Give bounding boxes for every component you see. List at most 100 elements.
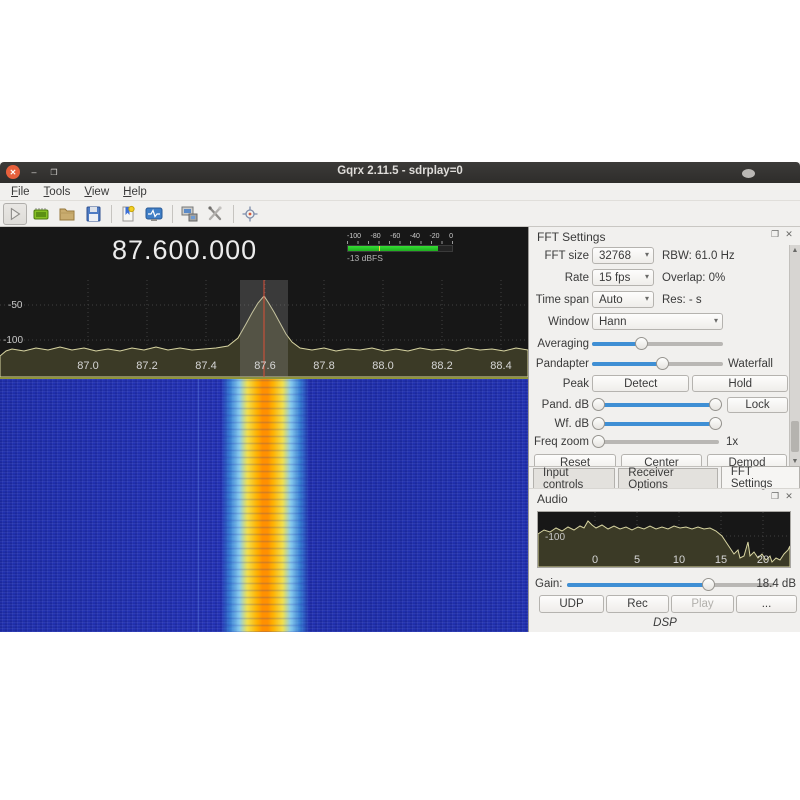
peak-detect-button[interactable]: Detect — [592, 375, 689, 392]
averaging-slider[interactable] — [592, 337, 723, 350]
split-slider-handle[interactable] — [656, 357, 669, 370]
fft-size-value: 32768 — [599, 250, 631, 262]
gain-slider[interactable] — [567, 578, 774, 591]
freq-zoom-value: 1x — [726, 436, 738, 448]
frequency-display[interactable]: 87.600.000 — [112, 235, 257, 266]
play-button[interactable]: Play — [671, 595, 734, 613]
time-span-value: Auto — [599, 294, 623, 306]
x-axis-tick: 88.4 — [490, 360, 511, 372]
waterfall-db-range-slider[interactable] — [592, 417, 722, 430]
rec-button[interactable]: Rec — [606, 595, 669, 613]
gain-slider-handle[interactable] — [702, 578, 715, 591]
rate-select[interactable]: 15 fps ▾ — [592, 269, 654, 286]
center-button[interactable]: Center — [621, 454, 702, 466]
range-max-handle[interactable] — [709, 398, 722, 411]
rate-label: Rate — [529, 272, 589, 284]
udp-button[interactable]: UDP — [539, 595, 604, 613]
range-min-handle[interactable] — [592, 398, 605, 411]
waterfall-display[interactable] — [0, 377, 528, 632]
menu-bar: File Tools View Help — [0, 183, 800, 201]
menu-tools[interactable]: Tools — [37, 185, 78, 199]
audio-header: Audio ❐ ✕ — [529, 489, 800, 507]
fft-size-select[interactable]: 32768 ▾ — [592, 247, 654, 264]
audio-y-tick: -100 — [545, 532, 565, 543]
wf-db-label: Wf. dB — [529, 418, 589, 430]
meter-tick: -60 — [390, 233, 400, 240]
peak-label: Peak — [529, 378, 589, 390]
dsp-settings-button[interactable] — [142, 203, 166, 225]
more-options-button[interactable]: ... — [736, 595, 797, 613]
fft-settings-dock: FFT Settings ❐ ✕ FFT size 32768 ▾ RBW: 6… — [529, 227, 800, 466]
dock-close-icon[interactable]: ✕ — [784, 229, 794, 240]
audio-x-tick: 15 — [715, 554, 727, 566]
audio-spectrum-plot[interactable]: -100 0 5 10 15 20 — [537, 511, 791, 568]
averaging-label: Averaging — [529, 338, 589, 350]
titlebar[interactable]: ✕ – ❒ Gqrx 2.11.5 - sdrplay=0 — [0, 162, 800, 183]
tab-input-controls[interactable]: Input controls — [533, 468, 615, 488]
time-span-select[interactable]: Auto ▾ — [592, 291, 654, 308]
meter-tickmarks — [347, 241, 453, 244]
bookmark-icon — [118, 204, 138, 224]
scrollbar-thumb[interactable] — [791, 421, 799, 452]
spectrum-plot[interactable]: -50 -100 87.0 87.2 87.4 87.6 87.8 88.0 8… — [0, 280, 528, 377]
scroll-down-icon[interactable]: ▼ — [790, 456, 800, 466]
bookmarks-button[interactable] — [116, 203, 140, 225]
gain-label: Gain: — [535, 578, 567, 590]
meter-bar — [347, 245, 453, 252]
io-devices-button[interactable] — [29, 203, 53, 225]
fft-size-label: FFT size — [529, 250, 589, 262]
menu-view[interactable]: View — [77, 185, 116, 199]
dsp-label: DSP — [529, 617, 800, 629]
slider-track — [592, 440, 719, 444]
menu-help[interactable]: Help — [116, 185, 154, 199]
save-button[interactable] — [81, 203, 105, 225]
fullscreen-button[interactable] — [238, 203, 262, 225]
averaging-slider-handle[interactable] — [635, 337, 648, 350]
scroll-up-icon[interactable]: ▲ — [790, 245, 800, 255]
titlebar-indicator — [742, 169, 755, 178]
scope-screen-icon — [144, 204, 164, 224]
gain-value: 18.4 dB — [756, 578, 796, 590]
play-icon — [6, 205, 24, 223]
plotter-area: 87.600.000 -100 -80 -60 -40 -20 0 — [0, 227, 528, 632]
slider-fill — [596, 422, 718, 426]
waterfall-faint-line — [198, 379, 199, 632]
chevron-down-icon: ▾ — [714, 316, 718, 325]
tools-button[interactable] — [203, 203, 227, 225]
reset-button[interactable]: Reset — [534, 454, 616, 466]
lock-button[interactable]: Lock — [727, 397, 788, 413]
slider-fill — [567, 583, 712, 587]
pandapter-db-range-slider[interactable] — [592, 398, 722, 411]
peak-hold-button[interactable]: Hold — [692, 375, 788, 392]
remote-control-button[interactable] — [177, 203, 201, 225]
tab-receiver-options[interactable]: Receiver Options — [618, 468, 718, 488]
res-text: Res: - s — [662, 294, 702, 306]
open-file-button[interactable] — [55, 203, 79, 225]
chevron-down-icon: ▾ — [645, 294, 649, 303]
meter-tick: -100 — [347, 233, 361, 240]
fft-scrollbar[interactable]: ▲ ▼ — [789, 245, 800, 466]
chevron-down-icon: ▾ — [645, 272, 649, 281]
tab-fft-settings[interactable]: FFT Settings — [721, 466, 800, 488]
pandapter-waterfall-split-slider[interactable] — [592, 357, 723, 370]
audio-x-tick: 5 — [634, 554, 640, 566]
range-min-handle[interactable] — [592, 417, 605, 430]
slider-fill — [596, 403, 718, 407]
dock-float-icon[interactable]: ❐ — [770, 491, 780, 502]
freq-zoom-slider[interactable] — [592, 435, 719, 448]
time-span-label: Time span — [529, 294, 589, 306]
freq-zoom-label: Freq zoom — [529, 436, 589, 448]
start-dsp-button[interactable] — [3, 203, 27, 225]
dock-float-icon[interactable]: ❐ — [770, 229, 780, 240]
freq-zoom-handle[interactable] — [592, 435, 605, 448]
dock-close-icon[interactable]: ✕ — [784, 491, 794, 502]
menu-file[interactable]: File — [4, 185, 37, 199]
window-title: Gqrx 2.11.5 - sdrplay=0 — [0, 165, 800, 177]
range-max-handle[interactable] — [709, 417, 722, 430]
window-select[interactable]: Hann ▾ — [592, 313, 723, 330]
dock-panel: FFT Settings ❐ ✕ FFT size 32768 ▾ RBW: 6… — [528, 227, 800, 632]
crossed-tools-icon — [205, 204, 225, 224]
meter-value: -13 dBFS — [347, 253, 453, 263]
toolbar-separator — [172, 205, 173, 223]
demod-button[interactable]: Demod — [707, 454, 787, 466]
